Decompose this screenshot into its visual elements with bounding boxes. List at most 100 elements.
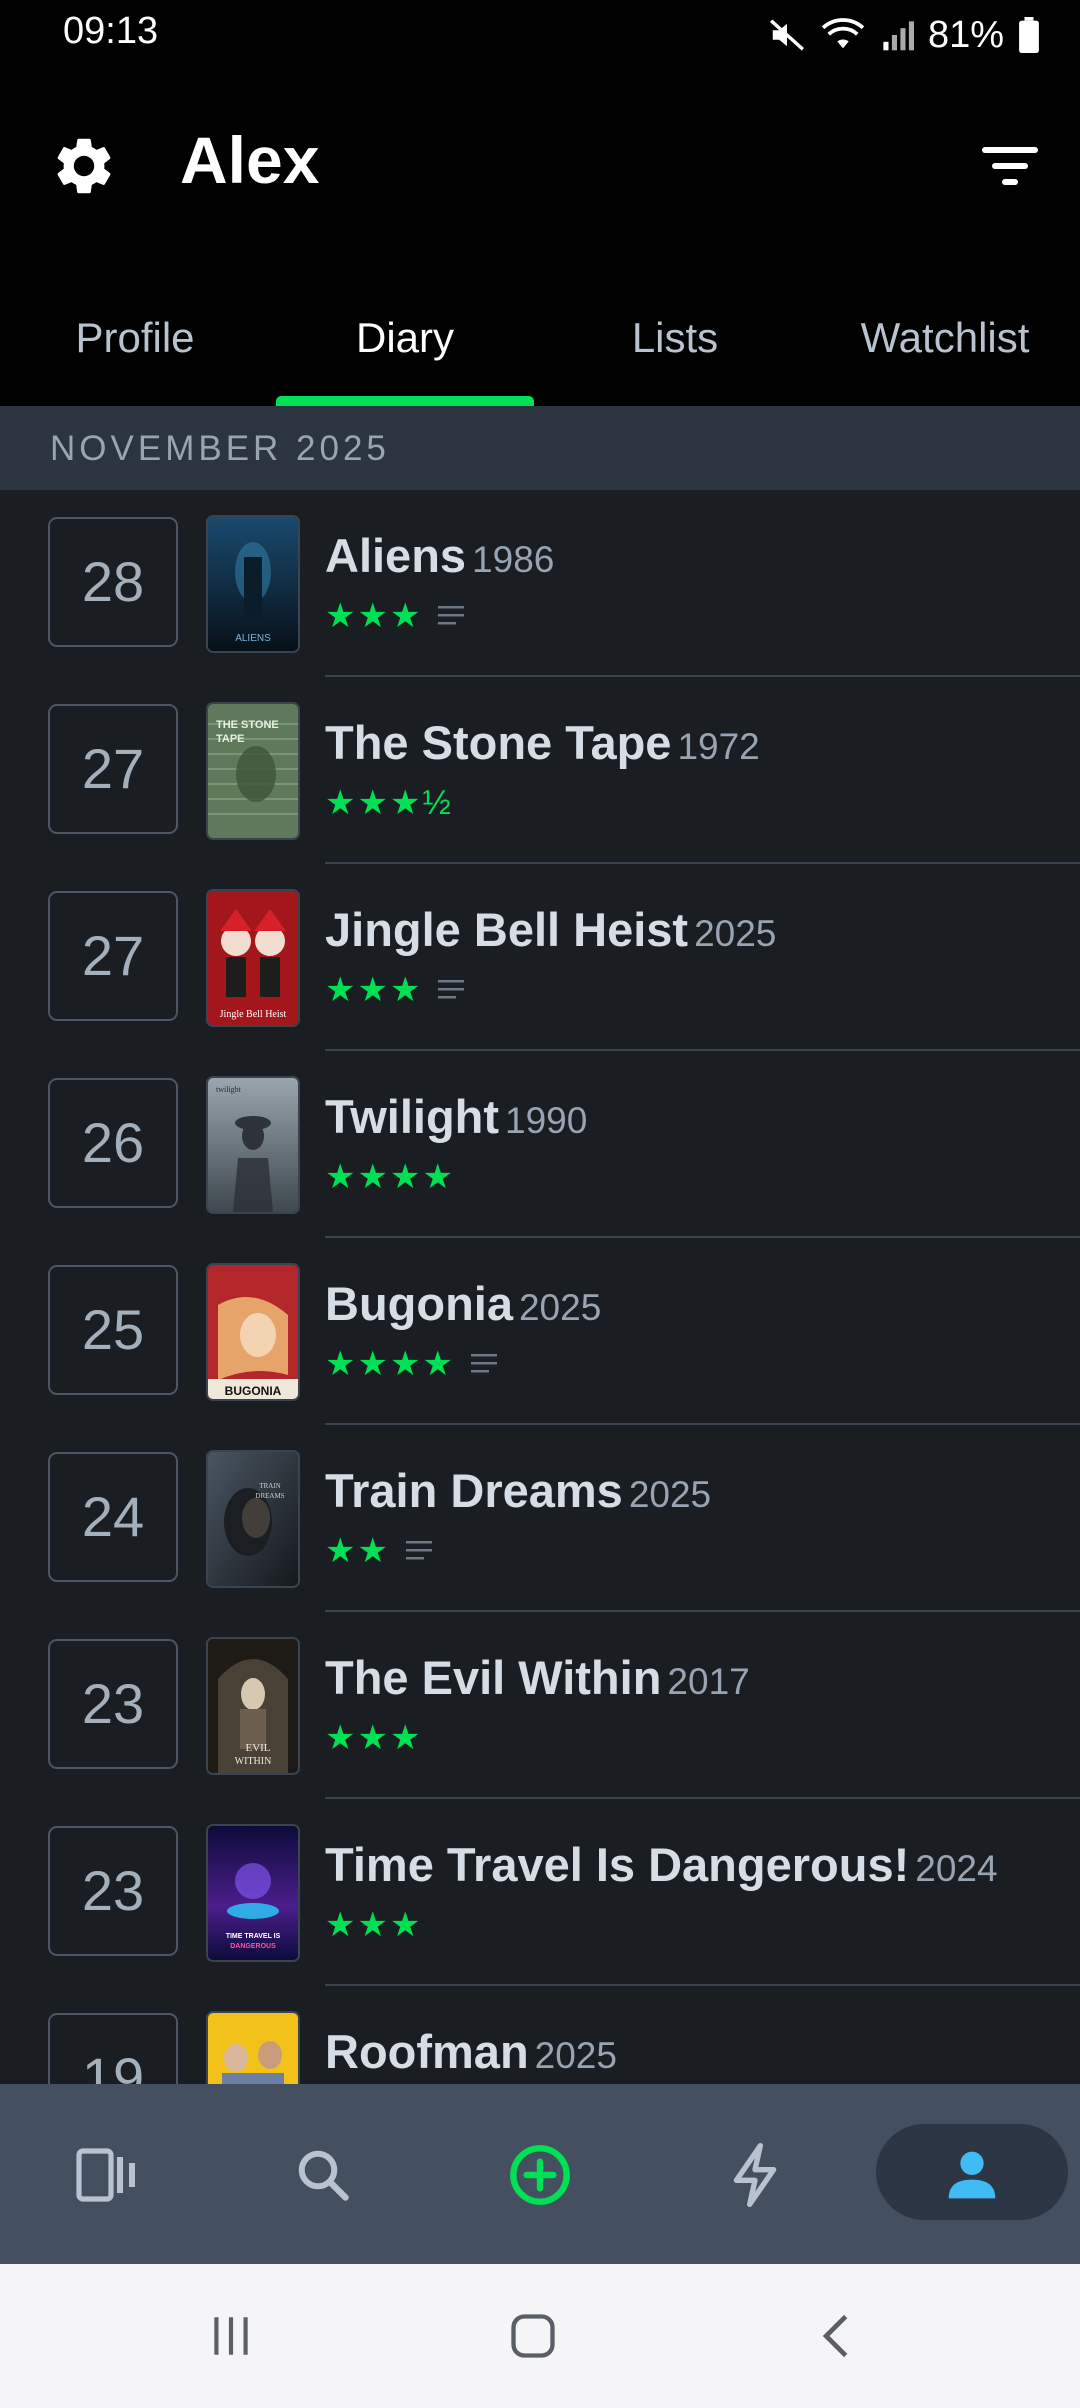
bottom-nav bbox=[0, 2084, 1080, 2264]
svg-text:twilight: twilight bbox=[216, 1085, 242, 1094]
diary-entry[interactable]: 27 THE STONE TAPE The Stone Tape 1972 ★★★… bbox=[0, 677, 1080, 864]
svg-text:TAPE: TAPE bbox=[216, 733, 245, 745]
film-year: 2025 bbox=[534, 2035, 617, 2076]
star-rating: ★★★½ bbox=[325, 784, 453, 822]
tab-profile[interactable]: Profile bbox=[0, 270, 270, 406]
film-poster[interactable]: ALIENS bbox=[206, 515, 300, 653]
film-title: Bugonia bbox=[325, 1277, 513, 1330]
film-title: Jingle Bell Heist bbox=[325, 903, 689, 956]
review-icon bbox=[405, 1541, 432, 1560]
star-rating: ★★★ bbox=[325, 971, 423, 1009]
settings-button[interactable] bbox=[50, 132, 118, 200]
day-number: 28 bbox=[48, 517, 178, 647]
film-title: The Stone Tape bbox=[325, 716, 672, 769]
month-label: NOVEMBER 2025 bbox=[50, 429, 390, 468]
recent-apps-button[interactable] bbox=[191, 2306, 271, 2366]
home-button[interactable] bbox=[493, 2306, 573, 2366]
nav-add-button[interactable] bbox=[495, 2130, 585, 2220]
gear-icon bbox=[57, 138, 111, 194]
page-title: Alex bbox=[180, 123, 320, 197]
svg-text:EVIL: EVIL bbox=[245, 1742, 270, 1754]
star-rating: ★★★★ bbox=[325, 1345, 455, 1383]
film-year: 1986 bbox=[472, 539, 555, 580]
star-rating: ★★★ bbox=[325, 1719, 423, 1757]
filter-button[interactable] bbox=[980, 140, 1040, 190]
svg-text:DANGEROUS: DANGEROUS bbox=[230, 1943, 276, 1950]
film-title: Time Travel Is Dangerous! bbox=[325, 1838, 910, 1891]
svg-text:Jingle Bell Heist: Jingle Bell Heist bbox=[220, 1009, 287, 1020]
search-icon bbox=[298, 2150, 349, 2201]
films-icon bbox=[76, 2148, 135, 2202]
diary-entry[interactable]: 25 BUGONIA Bugonia 2025 ★★★★ bbox=[0, 1238, 1080, 1425]
film-year: 2024 bbox=[915, 1848, 998, 1889]
review-icon bbox=[470, 1354, 497, 1373]
film-year: 1972 bbox=[677, 726, 760, 767]
tab-lists[interactable]: Lists bbox=[540, 270, 810, 406]
film-poster[interactable]: TRAIN DREAMS bbox=[206, 1450, 300, 1588]
film-poster[interactable]: EVIL WITHIN bbox=[206, 1637, 300, 1775]
svg-text:WITHIN: WITHIN bbox=[235, 1756, 272, 1767]
month-section-header: NOVEMBER 2025 bbox=[0, 406, 1080, 490]
mute-icon bbox=[769, 19, 804, 51]
status-bar: 09:13 81% bbox=[0, 0, 1080, 70]
day-number: 24 bbox=[48, 1452, 178, 1582]
nav-search-button[interactable] bbox=[278, 2130, 368, 2220]
tab-bar: Profile Diary Lists Watchlist bbox=[0, 270, 1080, 406]
nav-activity-button[interactable] bbox=[710, 2130, 800, 2220]
svg-text:THE STONE: THE STONE bbox=[216, 719, 279, 731]
review-icon bbox=[438, 606, 465, 625]
star-rating: ★★★ bbox=[325, 1906, 423, 1944]
home-icon bbox=[511, 2314, 555, 2358]
diary-entry[interactable]: 28 ALIENS Aliens 1986 ★★★ bbox=[0, 490, 1080, 677]
film-title: The Evil Within bbox=[325, 1651, 662, 1704]
day-number: 27 bbox=[48, 891, 178, 1021]
svg-text:ALIENS: ALIENS bbox=[235, 633, 271, 644]
diary-entry[interactable]: 27 Jingle Bell Heist Jingle Bell Heist 20… bbox=[0, 864, 1080, 1051]
film-year: 2025 bbox=[518, 1287, 602, 1328]
nav-films-button[interactable] bbox=[62, 2130, 152, 2220]
film-poster[interactable]: twilight bbox=[206, 1076, 300, 1214]
svg-text:BUGONIA: BUGONIA bbox=[225, 1384, 282, 1398]
day-number: 26 bbox=[48, 1078, 178, 1208]
profile-icon bbox=[948, 2151, 996, 2199]
diary-entry[interactable]: 19 Roofman 2025 bbox=[0, 1986, 1080, 2084]
diary-entry[interactable]: 26 twilight Twilight 1990 ★★★★ bbox=[0, 1051, 1080, 1238]
recent-apps-icon bbox=[214, 2317, 248, 2355]
film-poster[interactable]: TIME TRAVEL IS DANGEROUS bbox=[206, 1824, 300, 1962]
film-poster[interactable]: THE STONE TAPE bbox=[206, 702, 300, 840]
tab-diary[interactable]: Diary bbox=[270, 270, 540, 406]
film-year: 1990 bbox=[505, 1100, 588, 1141]
film-year: 2017 bbox=[667, 1661, 750, 1702]
nav-profile-button[interactable] bbox=[927, 2130, 1017, 2220]
film-year: 2025 bbox=[694, 913, 777, 954]
day-number: 27 bbox=[48, 704, 178, 834]
star-rating: ★★ bbox=[325, 1532, 390, 1570]
system-nav-bar bbox=[0, 2264, 1080, 2408]
diary-entry[interactable]: 23 TIME TRAVEL IS DANGEROUS Time Travel … bbox=[0, 1799, 1080, 1986]
battery-percent: 81% bbox=[927, 13, 1004, 56]
add-icon bbox=[510, 2145, 570, 2205]
svg-text:TRAIN: TRAIN bbox=[259, 1482, 280, 1490]
film-poster[interactable]: Jingle Bell Heist bbox=[206, 889, 300, 1027]
activity-icon bbox=[733, 2143, 777, 2207]
signal-icon bbox=[883, 21, 914, 51]
wifi-icon bbox=[821, 18, 865, 49]
diary-entry[interactable]: 23 EVIL WITHIN The Evil Within 2017 ★★★ bbox=[0, 1612, 1080, 1799]
back-button[interactable] bbox=[797, 2306, 877, 2366]
film-title: Twilight bbox=[325, 1090, 500, 1143]
svg-text:DREAMS: DREAMS bbox=[255, 1492, 284, 1500]
film-title: Roofman bbox=[325, 2025, 529, 2078]
film-poster[interactable]: BUGONIA bbox=[206, 1263, 300, 1401]
back-icon bbox=[822, 2314, 848, 2358]
day-number: 23 bbox=[48, 1826, 178, 1956]
tab-watchlist[interactable]: Watchlist bbox=[810, 270, 1080, 406]
diary-entry[interactable]: 24 TRAIN DREAMS Train Dreams 2025 ★★ bbox=[0, 1425, 1080, 1612]
day-number: 19 bbox=[48, 2013, 178, 2084]
filter-icon bbox=[982, 147, 1038, 185]
film-year: 2025 bbox=[628, 1474, 712, 1515]
svg-text:TIME TRAVEL IS: TIME TRAVEL IS bbox=[226, 1933, 281, 1940]
diary-list[interactable]: 28 ALIENS Aliens 1986 ★★★ 27 THE STONE T… bbox=[0, 490, 1080, 2084]
film-title: Aliens bbox=[325, 529, 467, 582]
film-poster[interactable] bbox=[206, 2011, 300, 2084]
battery-icon bbox=[1019, 17, 1039, 53]
